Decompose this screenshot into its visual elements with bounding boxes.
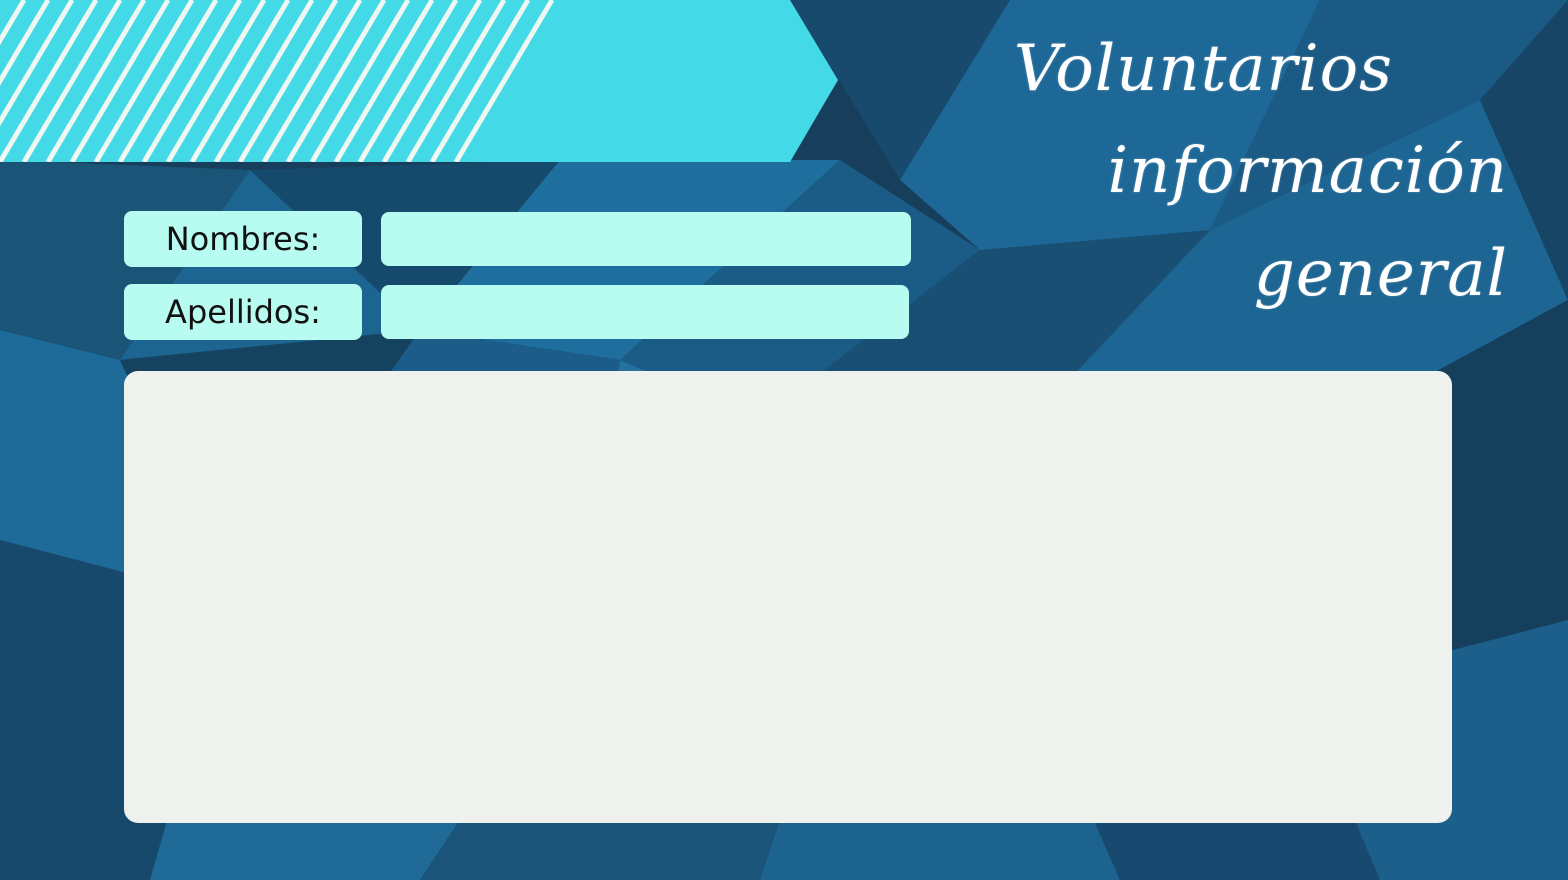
banner-arrow <box>0 0 838 162</box>
nombres-field[interactable] <box>381 212 911 266</box>
nombres-label: Nombres: <box>124 211 362 267</box>
general-info-textarea[interactable] <box>124 371 1452 823</box>
page-title: Voluntarios información general <box>908 18 1508 325</box>
apellidos-label: Apellidos: <box>124 284 362 340</box>
volunteer-form-page: Voluntarios información general Nombres:… <box>0 0 1568 880</box>
title-line-voluntarios: Voluntarios <box>1013 32 1393 106</box>
title-line-informacion-general: información general <box>1107 134 1508 311</box>
apellidos-field[interactable] <box>381 285 909 339</box>
